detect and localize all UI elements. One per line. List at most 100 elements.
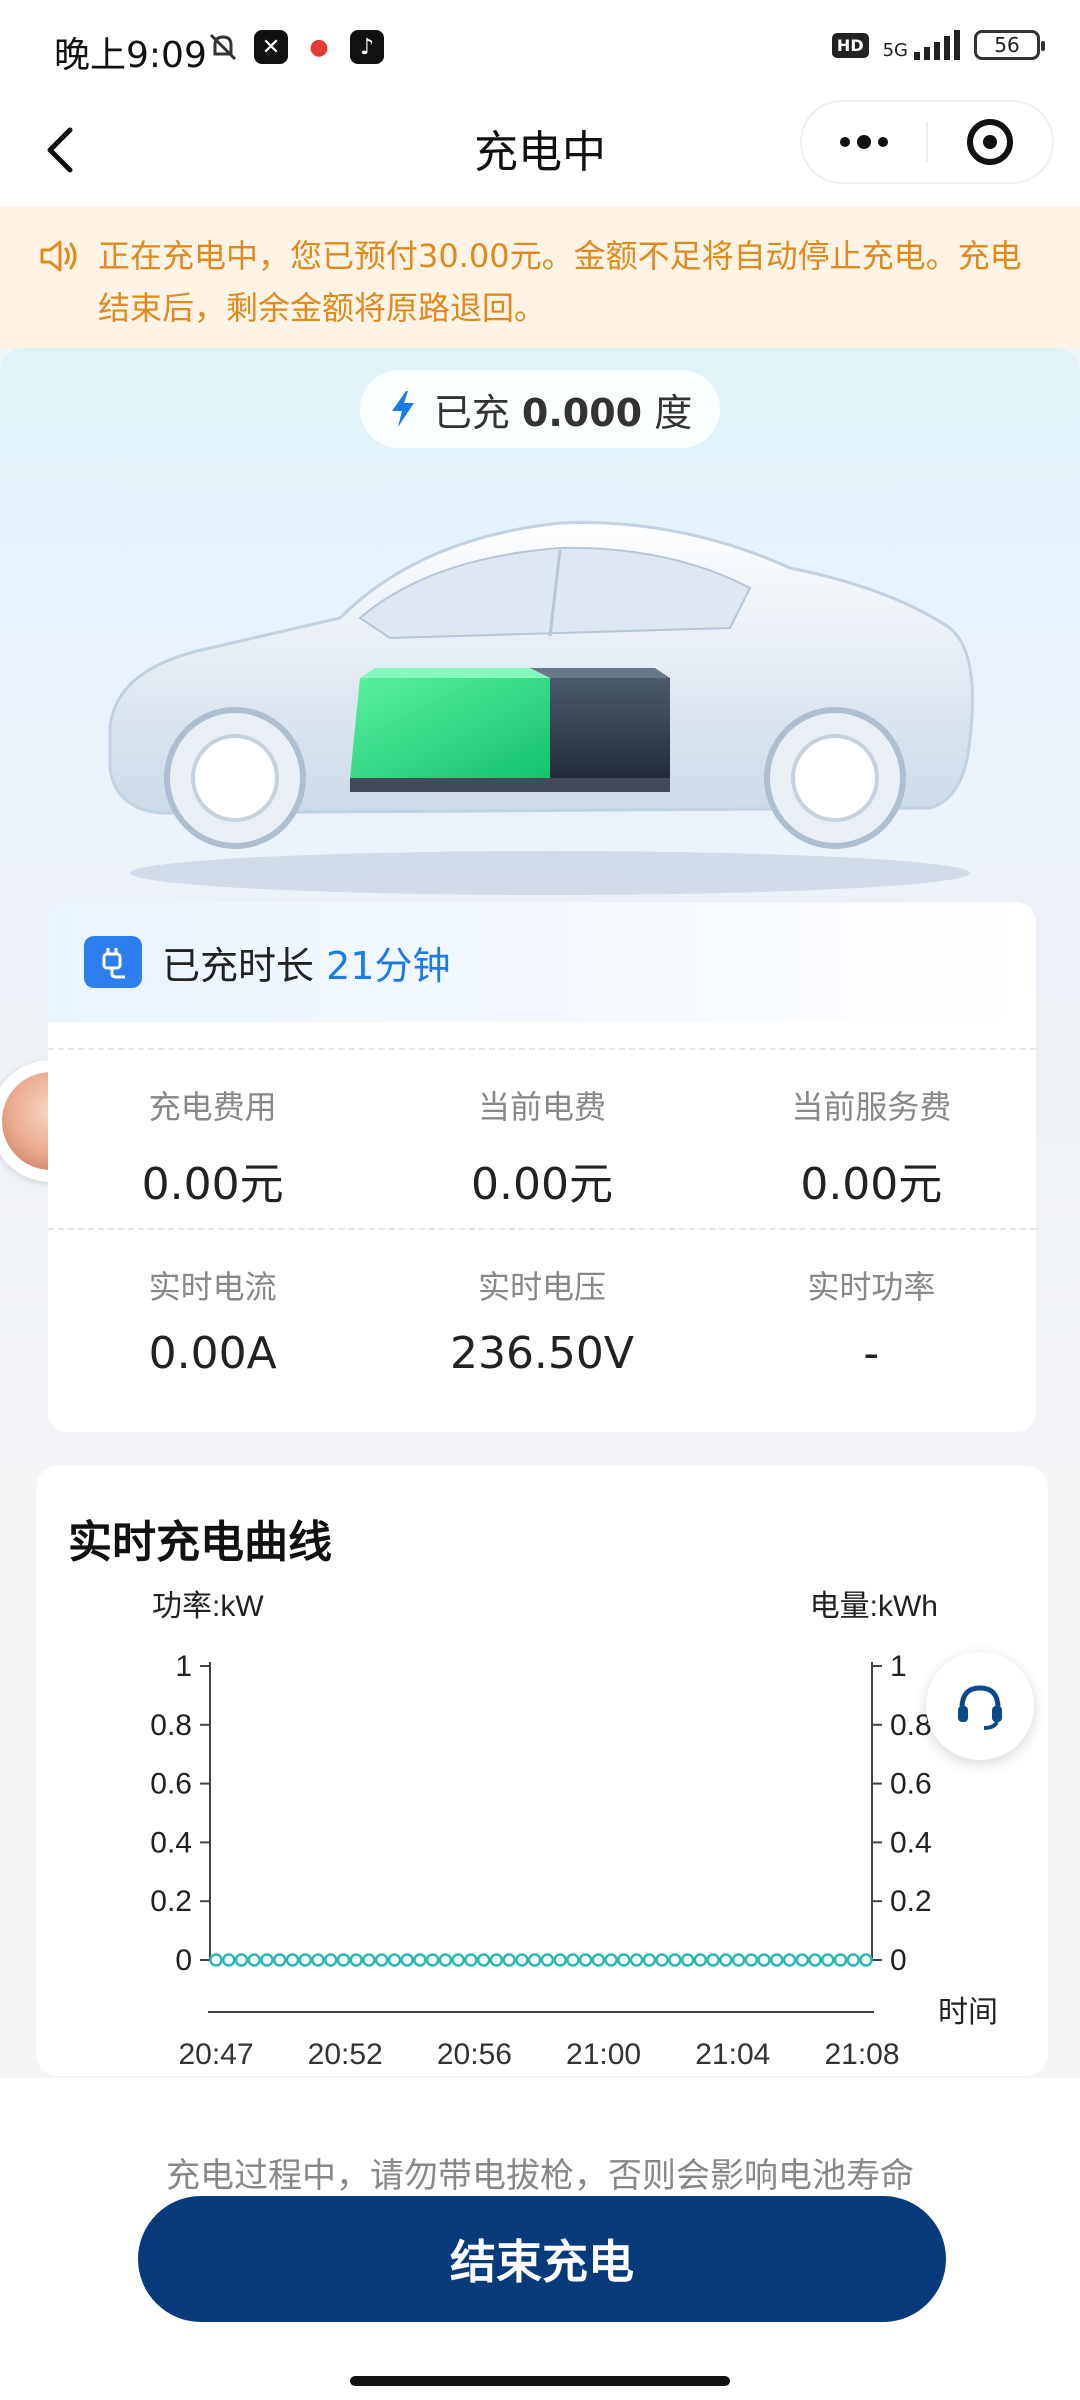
data-point [757, 1953, 771, 1967]
tiktok-icon: ♪ [350, 30, 384, 64]
data-point [413, 1953, 427, 1967]
data-point [451, 1953, 465, 1967]
duration-value: 21分钟 [326, 943, 451, 988]
data-point [476, 1953, 491, 1967]
fee-row: 充电费用 0.00元 当前电费 0.00元 当前服务费 0.00元 [48, 1050, 1036, 1228]
charging-info-card: 已充时长 21分钟 充电费用 0.00元 当前电费 0.00元 当前服务费 0.… [48, 902, 1036, 1432]
y-tick-label-left: 0.2 [150, 1885, 192, 1918]
y-tick-label-left: 0.4 [150, 1826, 192, 1859]
data-point [527, 1953, 542, 1967]
y-tick-label-left: 0.6 [150, 1768, 192, 1801]
map-pin-icon: ● [302, 30, 336, 64]
data-point [859, 1953, 873, 1967]
more-button[interactable] [802, 102, 926, 182]
y-tick-label-right: 0.6 [890, 1768, 932, 1801]
nav-bar: 充电中 [0, 96, 1080, 206]
speaker-icon [40, 240, 77, 272]
lightning-icon [391, 391, 414, 427]
data-point [808, 1953, 822, 1967]
notice-banner: 正在充电中，您已预付30.00元。金额不足将自动停止充电。充电结束后，剩余金额将… [0, 206, 1080, 348]
data-point [680, 1953, 695, 1967]
mute-bell-icon [209, 33, 237, 61]
data-point [693, 1953, 708, 1967]
status-system-icons: HD 5G 56 [831, 30, 1045, 60]
battery-level: 56 [994, 33, 1020, 57]
home-indicator[interactable] [350, 2376, 730, 2386]
status-bar: 晚上9:09 ✕ ● ♪ HD 5G 56 [0, 0, 1080, 96]
y-tick-label-right: 0.2 [890, 1885, 932, 1918]
mini-program-capsule [800, 100, 1054, 184]
y-tick-label-left: 0.8 [150, 1709, 192, 1742]
charging-duration-row: 已充时长 21分钟 [48, 902, 1036, 1022]
status-notification-icons: ✕ ● ♪ [206, 30, 384, 64]
data-point [833, 1953, 848, 1967]
data-point [311, 1953, 325, 1967]
charged-unit: 度 [654, 390, 693, 435]
stat-charge-fee: 充电费用 0.00元 [141, 1088, 284, 1210]
data-point [349, 1953, 363, 1967]
data-point [706, 1953, 720, 1967]
data-point [731, 1953, 746, 1967]
data-point [795, 1953, 810, 1967]
data-point [629, 1953, 644, 1967]
y-tick-label-right: 0 [890, 1944, 907, 1977]
data-point [566, 1953, 580, 1967]
data-point [234, 1953, 249, 1967]
headset-icon [958, 1685, 1002, 1730]
data-point [298, 1953, 312, 1967]
duration-label: 已充时长 [162, 943, 315, 988]
data-point [464, 1953, 478, 1967]
data-point [260, 1953, 274, 1967]
x-tick-label: 20:47 [178, 2038, 253, 2071]
battery-icon: 56 [974, 30, 1045, 60]
data-point [770, 1953, 784, 1967]
signal-icon: 5G [883, 30, 960, 60]
plug-icon [84, 936, 142, 988]
data-point [221, 1953, 236, 1967]
data-point [362, 1953, 376, 1967]
status-time: 晚上9:09 [54, 35, 207, 76]
data-point [591, 1953, 606, 1967]
data-point [374, 1953, 389, 1967]
data-point [209, 1953, 223, 1967]
data-point [846, 1953, 861, 1967]
data-point [604, 1953, 618, 1967]
customer-service-button[interactable] [926, 1652, 1034, 1760]
data-point [489, 1953, 504, 1967]
x-tick-label: 21:00 [566, 2038, 641, 2071]
data-point [821, 1953, 835, 1967]
stat-power: 实时功率 - [807, 1268, 936, 1379]
data-point [668, 1953, 682, 1967]
data-point [387, 1953, 402, 1967]
data-point [400, 1953, 414, 1967]
data-point [578, 1953, 593, 1967]
charging-curve-chart: 功率:kW 电量:kWh 时间 1 1 0.8 0.8 0.6 0.6 0.4 0.4 0.2 0… [150, 1590, 998, 2071]
charged-prefix: 已充 [433, 390, 510, 435]
car-battery-illustration [108, 521, 974, 895]
x-axis-label: 时间 [938, 1996, 998, 2029]
data-point [782, 1953, 797, 1967]
close-program-button[interactable] [928, 102, 1052, 182]
y-tick-label-left: 1 [175, 1650, 192, 1683]
bottom-action-bar: 充电过程中，请勿带电拔枪，否则会影响电池寿命 结束充电 [0, 2078, 1080, 2400]
y-tick-label-left: 0 [175, 1944, 192, 1977]
data-point [502, 1953, 516, 1967]
target-icon [967, 119, 1013, 165]
stat-current: 实时电流 0.00A [148, 1268, 277, 1379]
notice-text: 正在充电中，您已预付30.00元。金额不足将自动停止充电。充电结束后，剩余金额将… [98, 237, 1022, 327]
data-point [425, 1953, 440, 1967]
charged-energy-pill: 已充 0.000 度 [360, 370, 720, 448]
x-tick-label: 20:52 [308, 2038, 383, 2071]
data-point [272, 1953, 287, 1967]
data-point [540, 1953, 555, 1967]
y-tick-label-right: 1 [890, 1650, 907, 1683]
x-tick-label: 20:56 [437, 2038, 512, 2071]
end-charging-button[interactable]: 结束充电 [138, 2196, 946, 2322]
data-point [336, 1953, 351, 1967]
x-tick-label: 21:04 [695, 2038, 770, 2071]
realtime-row: 实时电流 0.00A 实时电压 236.50V 实时功率 - [48, 1230, 1036, 1408]
data-point [744, 1953, 759, 1967]
more-dots-icon [840, 135, 888, 149]
charging-warning-text: 充电过程中，请勿带电拔枪，否则会影响电池寿命 [166, 2156, 914, 2196]
charging-curve-card: 实时充电曲线 功率:kW 电量:kWh 时间 1 1 0.8 0.8 0.6 0.6 0.4… [36, 1466, 1048, 2076]
